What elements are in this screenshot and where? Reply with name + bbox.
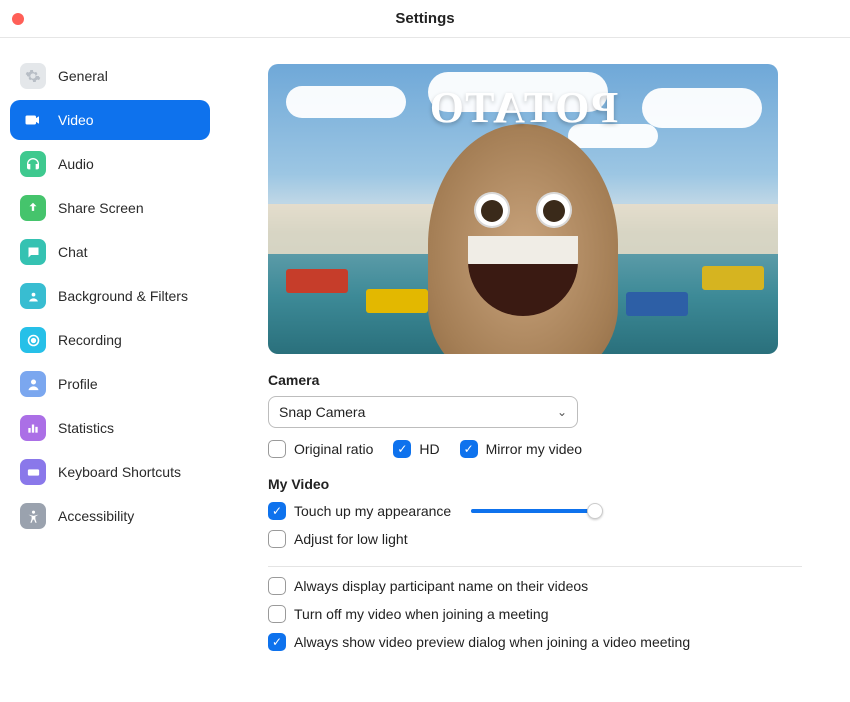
checkbox-label: Original ratio [294, 441, 373, 457]
turn-off-video-join-checkbox[interactable]: Turn off my video when joining a meeting [268, 605, 802, 623]
checkbox-box [268, 530, 286, 548]
titlebar: Settings [0, 0, 850, 38]
sidebar-item-general[interactable]: General [10, 56, 210, 96]
camera-select[interactable]: Snap Camera ⌄ [268, 396, 578, 428]
sidebar: General Video Audio Share Screen Chat [0, 38, 220, 702]
sidebar-item-label: General [58, 68, 108, 84]
sidebar-item-accessibility[interactable]: Accessibility [10, 496, 210, 536]
my-video-options: ✓ Touch up my appearance Adjust for low … [268, 502, 802, 548]
sidebar-item-video[interactable]: Video [10, 100, 210, 140]
chevron-down-icon: ⌄ [557, 405, 567, 419]
window-title: Settings [395, 10, 454, 27]
sidebar-item-label: Statistics [58, 420, 114, 436]
sidebar-item-label: Share Screen [58, 200, 144, 216]
sidebar-item-label: Video [58, 112, 94, 128]
checkbox-label: HD [419, 441, 439, 457]
sidebar-item-label: Chat [58, 244, 88, 260]
checkbox-box [268, 605, 286, 623]
touch-up-slider[interactable] [471, 509, 601, 513]
original-ratio-checkbox[interactable]: Original ratio [268, 440, 373, 458]
my-video-section-label: My Video [268, 476, 802, 492]
low-light-checkbox[interactable]: Adjust for low light [268, 530, 802, 548]
window-controls [12, 13, 24, 25]
bar-chart-icon [20, 415, 46, 441]
sidebar-item-share-screen[interactable]: Share Screen [10, 188, 210, 228]
checkbox-label: Touch up my appearance [294, 503, 451, 519]
sidebar-item-statistics[interactable]: Statistics [10, 408, 210, 448]
close-window-button[interactable] [12, 13, 24, 25]
chat-bubble-icon [20, 239, 46, 265]
checkbox-label: Adjust for low light [294, 531, 408, 547]
record-icon [20, 327, 46, 353]
sidebar-item-profile[interactable]: Profile [10, 364, 210, 404]
sidebar-item-chat[interactable]: Chat [10, 232, 210, 272]
accessibility-icon [20, 503, 46, 529]
profile-icon [20, 371, 46, 397]
sidebar-item-label: Profile [58, 376, 98, 392]
checkbox-box: ✓ [460, 440, 478, 458]
share-screen-icon [20, 195, 46, 221]
checkbox-box: ✓ [268, 633, 286, 651]
checkbox-label: Turn off my video when joining a meeting [294, 606, 548, 622]
video-preview-dialog-checkbox[interactable]: ✓ Always show video preview dialog when … [268, 633, 802, 651]
video-preview: POTATO [268, 64, 778, 354]
sidebar-item-background-filters[interactable]: Background & Filters [10, 276, 210, 316]
checkbox-box [268, 440, 286, 458]
sidebar-item-recording[interactable]: Recording [10, 320, 210, 360]
sidebar-item-audio[interactable]: Audio [10, 144, 210, 184]
sidebar-item-label: Audio [58, 156, 94, 172]
sidebar-item-label: Accessibility [58, 508, 134, 524]
video-camera-icon [20, 107, 46, 133]
checkbox-box: ✓ [393, 440, 411, 458]
camera-section-label: Camera [268, 372, 802, 388]
sidebar-item-label: Recording [58, 332, 122, 348]
display-participant-name-checkbox[interactable]: Always display participant name on their… [268, 577, 802, 595]
person-frame-icon [20, 283, 46, 309]
keyboard-icon [20, 459, 46, 485]
gear-icon [20, 63, 46, 89]
camera-select-value: Snap Camera [279, 404, 365, 420]
main-panel: POTATO Camera Snap Camera ⌄ Original rat… [220, 38, 850, 702]
sidebar-item-label: Keyboard Shortcuts [58, 464, 181, 480]
checkbox-label: Mirror my video [486, 441, 582, 457]
content: General Video Audio Share Screen Chat [0, 38, 850, 702]
sidebar-item-keyboard-shortcuts[interactable]: Keyboard Shortcuts [10, 452, 210, 492]
preview-overlay-text: POTATO [428, 82, 618, 133]
more-options: Always display participant name on their… [268, 577, 802, 651]
sidebar-item-label: Background & Filters [58, 288, 188, 304]
checkbox-label: Always show video preview dialog when jo… [294, 634, 690, 650]
checkbox-box: ✓ [268, 502, 286, 520]
checkbox-box [268, 577, 286, 595]
divider [268, 566, 802, 567]
touch-up-checkbox[interactable]: ✓ Touch up my appearance [268, 502, 802, 520]
headphones-icon [20, 151, 46, 177]
checkbox-label: Always display participant name on their… [294, 578, 588, 594]
hd-checkbox[interactable]: ✓ HD [393, 440, 439, 458]
mirror-video-checkbox[interactable]: ✓ Mirror my video [460, 440, 582, 458]
camera-options-row: Original ratio ✓ HD ✓ Mirror my video [268, 440, 802, 458]
